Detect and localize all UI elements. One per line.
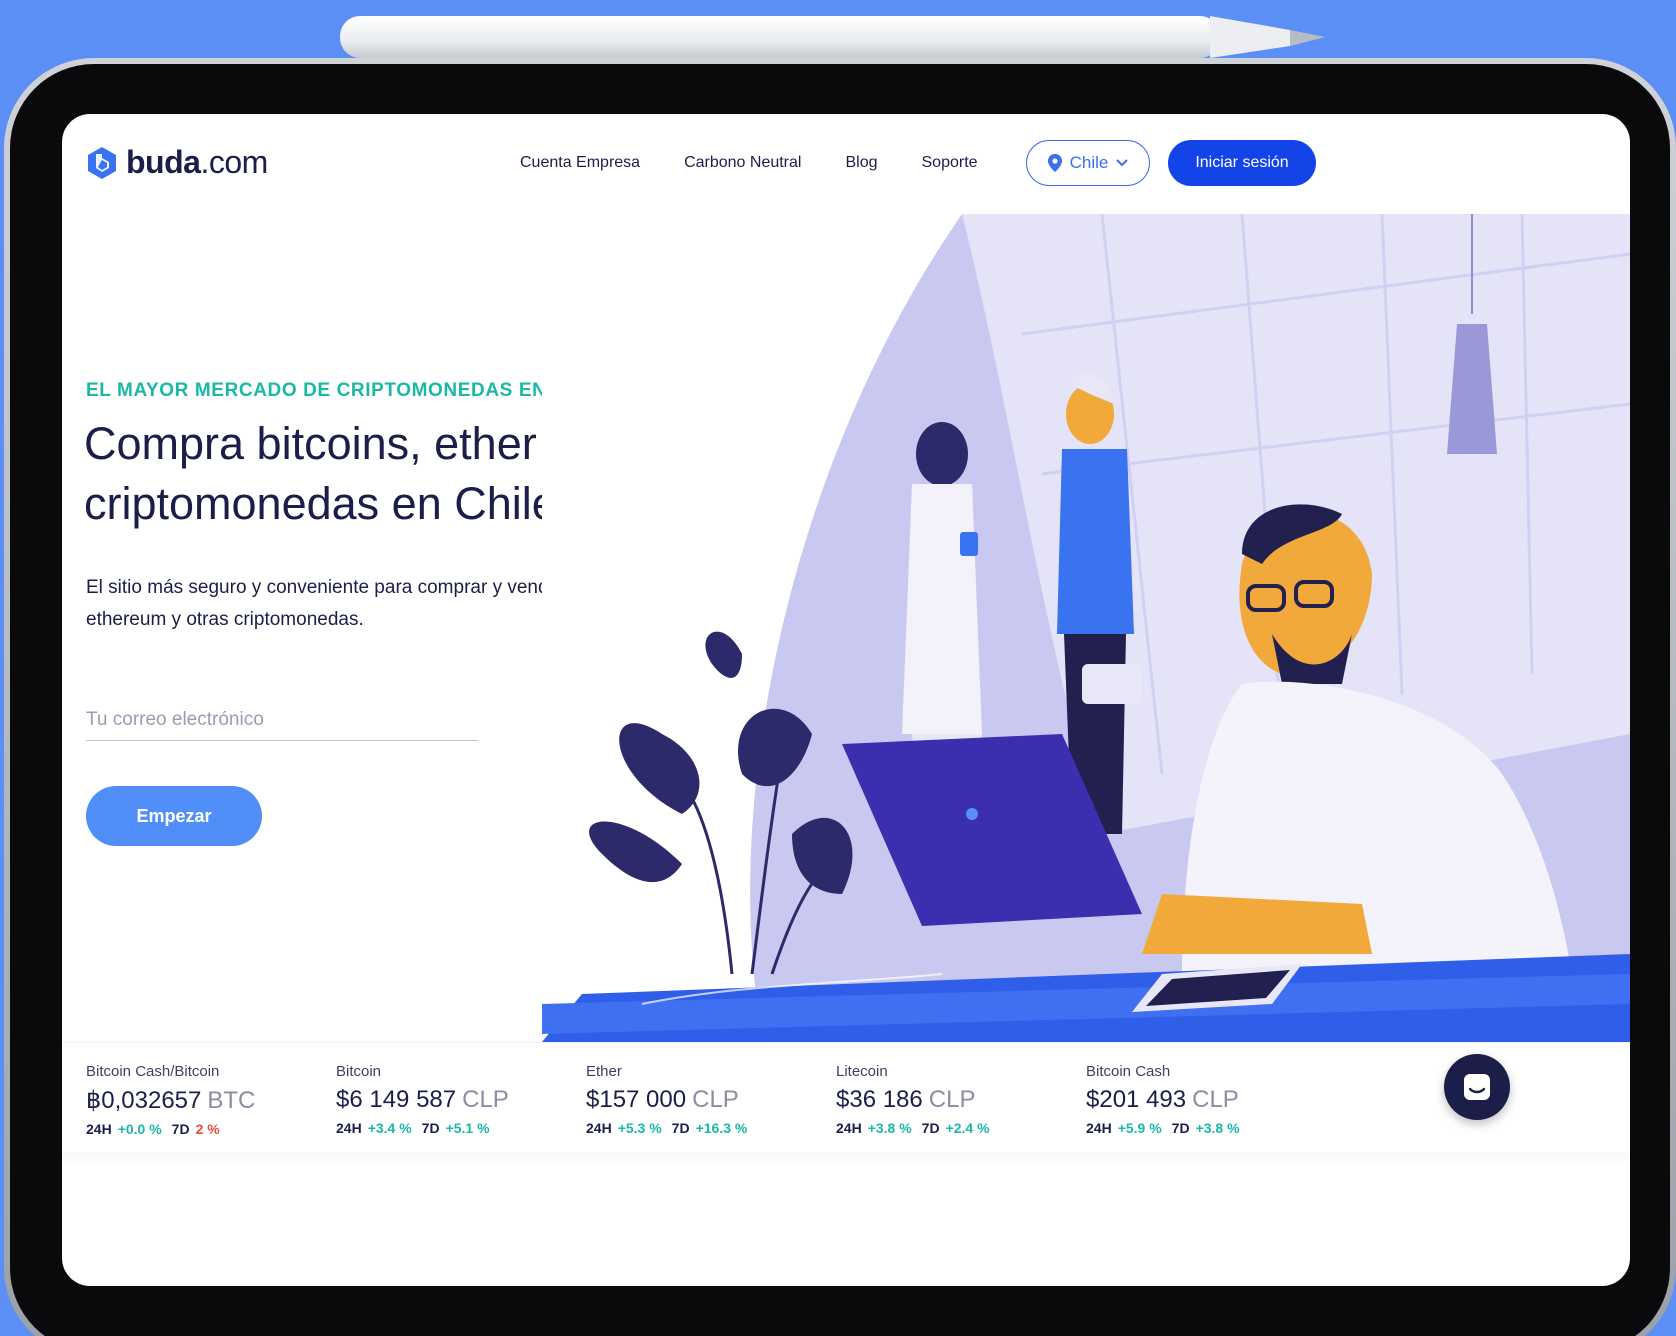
ipad-bezel: buda.com Cuenta Empresa Carbono Neutral … <box>10 64 1670 1336</box>
ipad-frame: buda.com Cuenta Empresa Carbono Neutral … <box>4 58 1676 1336</box>
ticker-name: Bitcoin <box>336 1063 382 1080</box>
buda-logo-icon <box>88 146 116 179</box>
ticker-name: Bitcoin Cash <box>1086 1063 1171 1080</box>
ticker-name: Ether <box>586 1063 622 1080</box>
chat-icon <box>1464 1074 1490 1100</box>
ticker-price: $201 493 CLP <box>1086 1086 1239 1113</box>
ticker-name: Litecoin <box>836 1063 888 1080</box>
ticker-price: $36 186 CLP <box>836 1086 976 1113</box>
ticker-item[interactable]: Bitcoin Cash/Bitcoin ฿0,032657 BTC 24H +0.… <box>86 1063 255 1137</box>
nav-blog[interactable]: Blog <box>845 154 877 172</box>
ticker-item[interactable]: Bitcoin Cash $201 493 CLP 24H +5.9 % 7D +3.8… <box>1086 1063 1250 1136</box>
chevron-down-icon <box>1116 159 1129 167</box>
nav-cuenta-empresa[interactable]: Cuenta Empresa <box>520 154 640 172</box>
location-pin-icon <box>1047 154 1062 172</box>
chat-button[interactable] <box>1444 1054 1510 1120</box>
country-selector[interactable]: Chile <box>1026 140 1150 186</box>
ticker-changes: 24H +5.9 % 7D +3.8 % <box>1086 1120 1240 1136</box>
ticker-price: $157 000 CLP <box>586 1086 739 1113</box>
logo-text: buda.com <box>126 144 268 180</box>
screen: buda.com Cuenta Empresa Carbono Neutral … <box>62 114 1630 1286</box>
hero-illustration <box>542 214 1630 1042</box>
ticker-item[interactable]: Litecoin $36 186 CLP 24H +3.8 % 7D +2.4 % <box>836 1063 1000 1136</box>
start-button[interactable]: Empezar <box>86 786 262 846</box>
main-nav: Cuenta Empresa Carbono Neutral Blog Sopo… <box>520 154 978 172</box>
ticker-item[interactable]: Ether $157 000 CLP 24H +5.3 % 7D +16.3 % <box>586 1063 757 1136</box>
email-input[interactable] <box>86 699 478 741</box>
nav-soporte[interactable]: Soporte <box>922 154 978 172</box>
ticker-price: $6 149 587 CLP <box>336 1086 509 1113</box>
ticker-changes: 24H +0.0 % 7D 2 % <box>86 1121 220 1137</box>
country-label: Chile <box>1069 153 1109 172</box>
nav-carbono-neutral[interactable]: Carbono Neutral <box>684 154 801 172</box>
brand-logo[interactable]: buda.com <box>86 144 268 181</box>
ticker-price: ฿0,032657 BTC <box>86 1087 256 1114</box>
ticker-changes: 24H +3.4 % 7D +5.1 % <box>336 1120 490 1136</box>
ticker-changes: 24H +5.3 % 7D +16.3 % <box>586 1120 748 1136</box>
apple-pencil <box>340 16 1325 58</box>
login-button[interactable]: Iniciar sesión <box>1168 140 1316 186</box>
ticker-item[interactable]: Bitcoin $6 149 587 CLP 24H +3.4 % 7D +5.1 % <box>336 1063 509 1136</box>
ticker-changes: 24H +3.8 % 7D +2.4 % <box>836 1120 990 1136</box>
price-ticker: Bitcoin Cash/Bitcoin ฿0,032657 BTC 24H +0.… <box>62 1042 1630 1152</box>
ticker-name: Bitcoin Cash/Bitcoin <box>86 1063 220 1080</box>
